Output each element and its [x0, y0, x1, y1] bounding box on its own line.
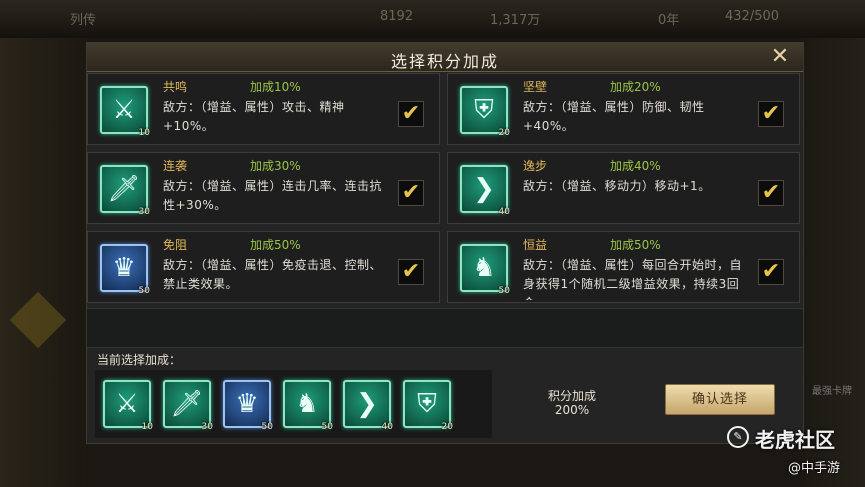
- option-checkbox[interactable]: ✔: [398, 101, 424, 127]
- option-card[interactable]: ❯ 40 逸步 加成40% 敌方：（增益、移动力）移动+1。 ✔: [447, 152, 800, 224]
- option-name: 恒益: [523, 238, 548, 252]
- bg-stat-text: 432/500: [725, 9, 780, 24]
- icon-glyph: 🗡: [107, 174, 141, 204]
- skill-level: 20: [498, 128, 510, 138]
- close-button[interactable]: ✕: [769, 46, 791, 68]
- icon-glyph: ⚔: [115, 389, 139, 419]
- option-description: 敌方：（增益、属性）防御、韧性+40%。: [523, 100, 705, 133]
- option-name: 坚壁: [523, 80, 548, 94]
- option-card[interactable]: ♞ 50 恒益 加成50% 敌方：（增益、属性）每回合开始时，自身获得1个随机二级增益效…: [447, 231, 800, 303]
- option-list-bottom-strip: [87, 308, 803, 348]
- option-card[interactable]: ♛ 50 免阻 加成50% 敌方：（增益、属性）免疫击退、控制、禁止类效果。 ✔: [87, 231, 440, 303]
- option-bonus: 加成50%: [250, 238, 301, 252]
- icon-glyph: ❯: [473, 174, 495, 204]
- bg-stat-text: 1,317万: [490, 13, 541, 28]
- sword-icon: 🗡 30: [100, 165, 150, 217]
- background-right: [802, 38, 865, 487]
- skill-level: 20: [441, 422, 453, 432]
- background-left: [0, 38, 86, 487]
- score-bonus-label: 积分加成: [547, 389, 596, 403]
- option-description: 敌方：（增益、属性）免疫击退、控制、禁止类效果。: [163, 258, 383, 291]
- checkmark-icon: ✔: [761, 259, 781, 284]
- crossed-swords-icon[interactable]: ⚔ 10: [103, 380, 153, 432]
- skill-level: 30: [138, 207, 150, 217]
- icon-glyph: ❯: [356, 389, 378, 419]
- option-name: 逸步: [523, 159, 548, 173]
- crossed-swords-icon: ⚔ 10: [100, 86, 150, 138]
- option-checkbox[interactable]: ✔: [398, 180, 424, 206]
- option-name: 连袭: [163, 159, 188, 173]
- checkmark-icon: ✔: [401, 180, 421, 205]
- warriors-icon: ♞ 50: [460, 244, 510, 296]
- icon-glyph: ♞: [295, 389, 319, 419]
- option-checkbox[interactable]: ✔: [758, 259, 784, 285]
- option-checkbox[interactable]: ✔: [398, 259, 424, 285]
- option-bonus: 加成30%: [250, 159, 301, 173]
- dialog-title: 选择积分加成: [390, 52, 499, 71]
- option-bonus: 加成20%: [610, 80, 661, 94]
- arrow-right-icon[interactable]: ❯ 40: [343, 380, 393, 432]
- icon-glyph: ♛: [235, 389, 259, 419]
- skill-level: 50: [138, 286, 150, 296]
- icon-glyph: ⚔: [112, 95, 136, 125]
- option-checkbox[interactable]: ✔: [758, 180, 784, 206]
- option-description: 敌方：（增益、属性）连击几率、连击抗性+30%。: [163, 179, 383, 212]
- option-description: 敌方：（增益、属性）攻击、精神+10%。: [163, 100, 345, 133]
- shield-icon[interactable]: ⛨ 20: [403, 380, 453, 432]
- skill-level: 50: [321, 422, 333, 432]
- skill-level: 30: [201, 422, 213, 432]
- current-selection-label: 当前选择加成：: [97, 353, 182, 367]
- score-bonus-value: 200%: [554, 403, 590, 417]
- bonus-select-dialog: 选择积分加成 ✕ ⚔ 10 共鸣 加成10% 敌方：（增益、属性）攻击、精神+10%。 ✔…: [86, 42, 804, 444]
- skill-level: 50: [261, 422, 273, 432]
- option-description: 敌方：（增益、移动力）移动+1。: [523, 179, 711, 193]
- option-bonus: 加成40%: [610, 159, 661, 173]
- skill-level: 40: [498, 207, 510, 217]
- icon-glyph: 🗡: [170, 389, 204, 419]
- icon-glyph: ⛨: [474, 95, 494, 125]
- skill-level: 50: [498, 286, 510, 296]
- option-name: 共鸣: [163, 80, 188, 94]
- checkmark-icon: ✔: [401, 101, 421, 126]
- watermark-sub: @中手游: [788, 461, 841, 476]
- option-bonus: 加成50%: [610, 238, 661, 252]
- sword-icon[interactable]: 🗡 30: [163, 380, 213, 432]
- checkmark-icon: ✔: [401, 259, 421, 284]
- arrow-right-icon: ❯ 40: [460, 165, 510, 217]
- skill-level: 10: [138, 128, 150, 138]
- option-name: 免阻: [163, 238, 188, 252]
- icon-glyph: ⛨: [417, 389, 437, 419]
- background-right-label: 最强卡牌: [812, 386, 852, 397]
- bg-stat-text: 8192: [380, 9, 414, 24]
- option-checkbox[interactable]: ✔: [758, 101, 784, 127]
- checkmark-icon: ✔: [761, 180, 781, 205]
- checkmark-icon: ✔: [761, 101, 781, 126]
- skill-level: 40: [381, 422, 393, 432]
- icon-glyph: ♛: [112, 253, 136, 283]
- current-selection-icons: ⚔ 10 🗡 30 ♛ 50 ♞ 50 ❯ 40 ⛨ 20: [95, 370, 492, 438]
- watermark-brand: 老虎社区: [755, 428, 835, 452]
- watermark-logo-icon: ✎: [727, 426, 749, 448]
- shield-icon: ⛨ 20: [460, 86, 510, 138]
- icon-glyph: ♞: [472, 253, 496, 283]
- warriors-icon[interactable]: ♞ 50: [283, 380, 333, 432]
- skill-level: 10: [141, 422, 153, 432]
- confirm-button[interactable]: 确认选择: [665, 384, 775, 415]
- bg-stat-text: 0年: [658, 13, 680, 28]
- bg-title-text: 列传: [70, 13, 97, 28]
- option-card[interactable]: 🗡 30 连袭 加成30% 敌方：（增益、属性）连击几率、连击抗性+30%。 ✔: [87, 152, 440, 224]
- option-description: 敌方：（增益、属性）每回合开始时，自身获得1个随机二级增益效果，持续3回合: [523, 258, 743, 300]
- background-top-bar: 列传 8192 1,317万 0年 432/500: [0, 0, 865, 38]
- option-bonus: 加成10%: [250, 80, 301, 94]
- armored-figure-icon: ♛ 50: [100, 244, 150, 296]
- option-card[interactable]: ⛨ 20 坚壁 加成20% 敌方：（增益、属性）防御、韧性+40%。 ✔: [447, 73, 800, 145]
- option-card[interactable]: ⚔ 10 共鸣 加成10% 敌方：（增益、属性）攻击、精神+10%。 ✔: [87, 73, 440, 145]
- armored-figure-icon[interactable]: ♛ 50: [223, 380, 273, 432]
- dialog-header: 选择积分加成 ✕: [87, 43, 803, 72]
